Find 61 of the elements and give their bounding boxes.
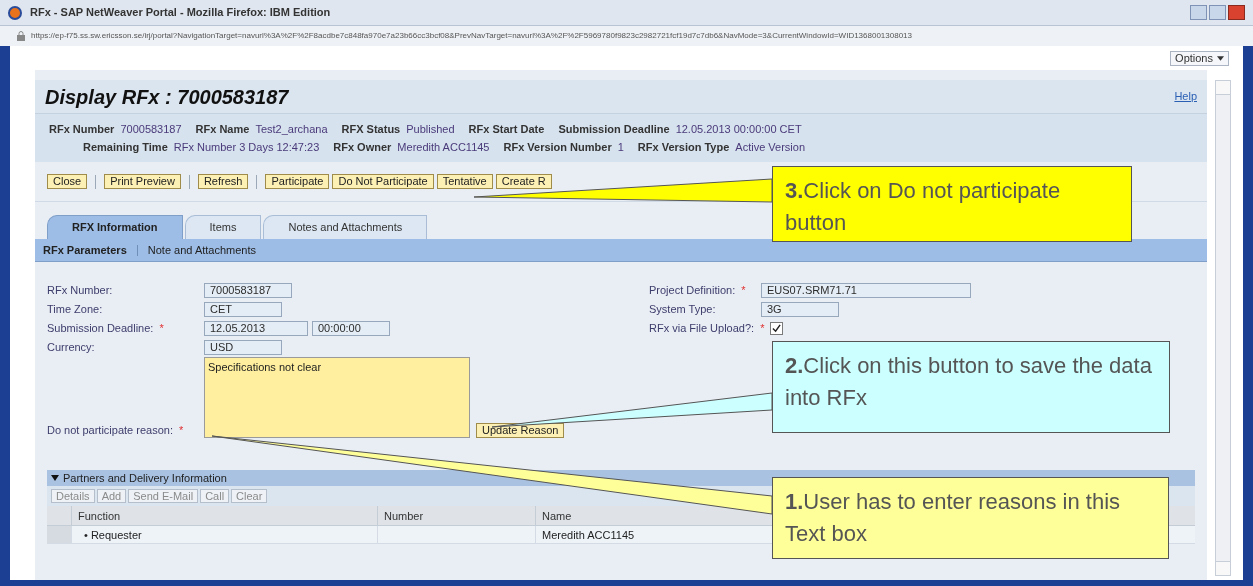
- url-text: https://ep-f75.ss.sw.ericsson.se/irj/portal?NavigationTarget=navurl%3A%2F%2F8acdbe7c848fa970e7a23b66cc3bcf08&PrevNavTarget=navurl%3A%2F%2F5969780f9823c2982721fcf19d7c7db6&NavMode=3&CurrentWindowId=WID1368001308013: [31, 30, 912, 42]
- header-value: 12.05.2013 00:00:00 CET: [675, 122, 802, 137]
- help-link[interactable]: Help: [1174, 88, 1197, 105]
- header-label: RFx Start Date: [468, 122, 545, 137]
- subtab[interactable]: RFx Parameters: [43, 241, 127, 259]
- toolbar-button[interactable]: Participate: [265, 174, 330, 189]
- field-label: Project Definition:: [649, 283, 736, 299]
- input-field[interactable]: USD: [204, 340, 282, 355]
- field-label: Time Zone:: [47, 302, 103, 318]
- toolbar-button[interactable]: Tentative: [436, 174, 493, 189]
- input-field[interactable]: CET: [204, 302, 282, 317]
- toolbar-button[interactable]: Do Not Participate: [332, 174, 434, 189]
- header-value: Meredith ACC1145: [397, 139, 490, 155]
- required-asterisk: *: [760, 321, 765, 337]
- column-header: Number: [377, 506, 535, 525]
- header-value: Test2_archana: [255, 122, 328, 137]
- callout-box: 3.Click on Do not participate button: [772, 166, 1132, 242]
- field-label: RFx Number:: [47, 283, 113, 299]
- header-label: RFx Name: [195, 122, 250, 137]
- toolbar-button[interactable]: Refresh: [197, 174, 249, 189]
- header-value: Published: [406, 122, 455, 137]
- header-label: RFx Version Number: [503, 139, 612, 155]
- tab[interactable]: RFX Information: [47, 215, 183, 239]
- field-label: RFx via File Upload?:: [649, 321, 755, 337]
- field-label: System Type:: [649, 302, 716, 318]
- header-label: Remaining Time: [83, 139, 168, 155]
- toolbar-button[interactable]: Create R: [495, 174, 552, 189]
- input-field[interactable]: EUS07.SRM71.71: [761, 283, 971, 298]
- header-label: Submission Deadline: [558, 122, 670, 137]
- input-field[interactable]: 00:00:00: [312, 321, 390, 336]
- required-asterisk: *: [178, 422, 184, 438]
- input-field[interactable]: 7000583187: [204, 283, 292, 298]
- required-asterisk: *: [741, 283, 746, 299]
- tab[interactable]: Notes and Attachments: [263, 215, 428, 239]
- required-asterisk: *: [159, 321, 164, 337]
- header-value: Active Version: [735, 139, 805, 155]
- header-value: 7000583187: [120, 122, 182, 137]
- column-header: Function: [71, 506, 377, 525]
- toolbar-button[interactable]: Print Preview: [104, 174, 181, 189]
- header-value: 1: [617, 139, 624, 155]
- window-title: RFx - SAP NetWeaver Portal - Mozilla Firefox: IBM Edition: [30, 5, 331, 21]
- input-field[interactable]: 3G: [761, 302, 839, 317]
- field-label: Submission Deadline:: [47, 321, 154, 337]
- header-label: RFx Owner: [333, 139, 392, 155]
- field-label: Do not participate reason:: [47, 422, 173, 438]
- section-title: Partners and Delivery Information: [63, 470, 227, 486]
- field-label: Currency:: [47, 340, 95, 356]
- toolbar-button[interactable]: Close: [47, 174, 88, 189]
- header-label: RFX Status: [341, 122, 401, 137]
- page-title: Display RFx : 7000583187: [45, 84, 289, 110]
- callout-box: 2.Click on this button to save the data into RFx: [772, 341, 1170, 433]
- options-button[interactable]: Options: [1170, 50, 1229, 66]
- reason-text-box[interactable]: Specifications not clear: [204, 357, 470, 438]
- callout-box: 1.User has to enter reasons in this Text box: [772, 477, 1169, 559]
- input-field[interactable]: 12.05.2013: [204, 321, 308, 336]
- header-value: RFx Number 3 Days 12:47:23: [173, 139, 320, 155]
- header-label: RFx Number: [49, 122, 115, 137]
- subtab[interactable]: Note and Attachments: [147, 241, 256, 259]
- table-cell: • Requester: [71, 526, 377, 543]
- header-label: RFx Version Type: [637, 139, 730, 155]
- tab[interactable]: Items: [184, 215, 262, 239]
